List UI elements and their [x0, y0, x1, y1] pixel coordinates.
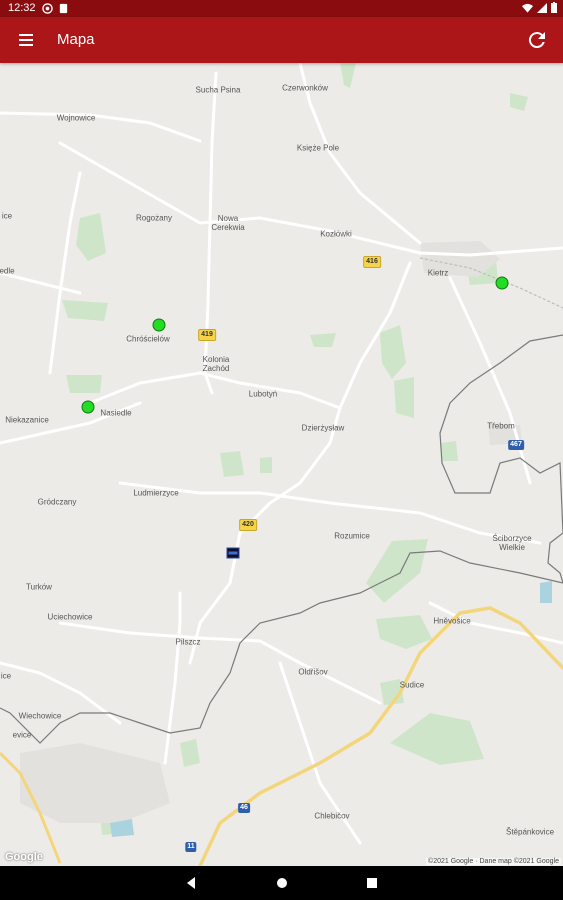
place-label: Ściborzyce Wielkie	[492, 534, 532, 552]
place-label: Księże Pole	[296, 143, 340, 153]
place-label: Kolonia Zachód	[202, 355, 230, 373]
place-label: Štěpánkovice	[505, 827, 555, 837]
status-bar: 12:32	[0, 0, 563, 17]
status-indicators	[522, 2, 557, 13]
map-attribution[interactable]: ©2021 Google · Dane map ©2021 Google	[426, 858, 561, 865]
station-marker[interactable]	[152, 318, 166, 332]
place-label: Hněvošice	[433, 616, 471, 626]
place-label: Gródczany	[37, 497, 77, 507]
place-label: Turków	[26, 582, 52, 592]
place-label: Nowa Cerekwia	[211, 214, 245, 232]
place-label: Oldřišov	[298, 667, 328, 677]
notification-b-icon	[59, 3, 68, 14]
place-label: Rogożany	[135, 213, 173, 223]
place-label: Rozumice	[334, 531, 370, 541]
place-label: Sucha Psina	[195, 85, 241, 95]
map-border	[0, 334, 563, 744]
signal-icon	[537, 2, 547, 13]
road-shield: 416	[363, 256, 381, 268]
notification-a-icon	[42, 3, 53, 14]
station-marker[interactable]	[495, 276, 509, 290]
place-label: Chlebičov	[314, 811, 350, 821]
place-label: Wiechowice	[18, 711, 62, 721]
wifi-icon	[522, 3, 533, 13]
place-label: Ludmierzyce	[133, 488, 179, 498]
map-view[interactable]: Sucha Psina Czerwonków Wojnowice Księże …	[0, 63, 563, 866]
hamburger-menu-icon[interactable]	[14, 28, 38, 52]
vehicle-icon[interactable]	[226, 547, 240, 559]
place-label: Kozłówki	[320, 229, 352, 239]
home-icon[interactable]	[274, 875, 290, 891]
google-logo: Google	[5, 851, 43, 863]
place-label: Nasiedle	[100, 408, 132, 418]
app-bar: Mapa	[0, 17, 563, 63]
road-shield: 467	[508, 440, 524, 450]
place-label: Niekazanice	[5, 415, 49, 425]
road-shield: 46	[238, 803, 250, 813]
place-label: Lubotyń	[248, 389, 278, 399]
navigation-bar	[0, 866, 563, 900]
place-label: edle	[0, 266, 15, 276]
back-icon[interactable]	[183, 875, 199, 891]
road-shield: 11	[185, 842, 197, 852]
place-label: Dzierżysław	[301, 423, 345, 433]
recents-icon[interactable]	[364, 875, 380, 891]
place-label: ice	[1, 211, 13, 221]
place-label: Pilszcz	[175, 637, 201, 647]
place-label: Chróścielów	[126, 334, 170, 344]
place-label: ice	[0, 671, 12, 681]
place-label: Kietrz	[427, 268, 449, 278]
place-label: Sudice	[399, 680, 425, 690]
refresh-icon[interactable]	[525, 28, 549, 52]
road-shield: 420	[239, 519, 257, 531]
battery-icon	[551, 2, 557, 13]
status-time: 12:32	[8, 2, 36, 14]
place-label: evice	[12, 730, 32, 740]
place-label: Uciechowice	[47, 612, 93, 622]
road-shield: 419	[198, 329, 216, 341]
station-marker[interactable]	[81, 400, 95, 414]
map-roads	[0, 63, 563, 845]
place-label: Třebom	[487, 421, 515, 431]
map-base	[0, 63, 563, 866]
place-label: Wojnowice	[56, 113, 96, 123]
app-title: Mapa	[57, 31, 95, 48]
place-label: Czerwonków	[282, 83, 328, 93]
